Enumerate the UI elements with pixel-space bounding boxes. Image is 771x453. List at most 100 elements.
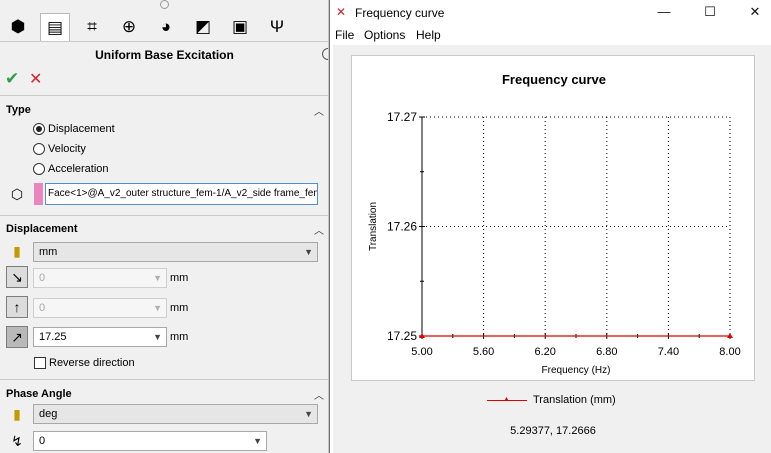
ok-button[interactable]: ✔	[5, 69, 19, 89]
cube-icon: ⬢	[10, 17, 26, 36]
property-tab[interactable]: ▤	[40, 13, 70, 41]
select-value: mm	[39, 246, 58, 258]
property-list-icon: ▤	[46, 17, 64, 37]
combo-value: 0	[39, 302, 46, 314]
ruler-icon: ▮	[13, 242, 21, 259]
phase-value-combo[interactable]: 0 ▼	[33, 431, 267, 451]
radio-button-icon[interactable]	[33, 163, 45, 175]
features-tab[interactable]: ⬢	[3, 13, 33, 41]
phase-unit-select[interactable]: deg ▼	[33, 404, 318, 424]
select-value: deg	[39, 408, 58, 420]
radio-label: Velocity	[48, 143, 86, 155]
tool-tab[interactable]: Ψ	[262, 13, 292, 41]
unit-label: mm	[170, 272, 189, 284]
section-divider	[0, 215, 328, 216]
chevron-down-icon: ▼	[304, 409, 313, 419]
chevron-down-icon: ▼	[153, 332, 162, 342]
y-direction-icon[interactable]: ↑	[6, 296, 28, 318]
property-manager: ⬢ ▤ ⌗ ⊕ ◕ ◩ ▣ Ψ Uniform Base Excitation ✔ ✕ Typ…	[0, 0, 329, 453]
window-title: Frequency curve	[355, 6, 445, 20]
x-tick-label: 6.80	[596, 346, 617, 358]
y-tick-label: 17.25	[387, 329, 417, 343]
close-button[interactable]: ✕	[739, 3, 771, 21]
radio-label: Displacement	[48, 123, 115, 135]
x-direction-icon[interactable]: ↘	[6, 266, 28, 288]
display-tab[interactable]: ◩	[188, 13, 218, 41]
z-direction-icon[interactable]: ↗	[6, 326, 28, 348]
x-tick-label: 5.60	[473, 346, 494, 358]
z-value-combo[interactable]: 17.25 ▼	[33, 327, 167, 347]
config-tab[interactable]: ⌗	[77, 13, 107, 41]
legend-marker-icon: ▲	[503, 396, 510, 403]
radio-acceleration[interactable]: Acceleration	[33, 163, 109, 175]
x-tick-label: 7.40	[658, 346, 679, 358]
chevron-down-icon: ▼	[153, 303, 162, 313]
radio-velocity[interactable]: Velocity	[33, 143, 86, 155]
displacement-section-header[interactable]: Displacement	[6, 223, 78, 235]
window-titlebar[interactable]: ✕ Frequency curve — ☐ ✕	[330, 0, 771, 25]
y-value-combo: 0 ▼	[33, 298, 167, 318]
crosshair-icon: ⊕	[121, 17, 137, 36]
chart-client-area: Frequency curve 5.00 5.60 6.20 6.80 7.40 8.00 1…	[333, 45, 771, 453]
x-tick-label: 8.00	[719, 346, 740, 358]
minimize-button[interactable]: —	[648, 3, 680, 21]
radio-button-icon[interactable]	[33, 123, 45, 135]
menu-options[interactable]: Options	[364, 28, 405, 42]
y-tick-label: 17.27	[387, 110, 417, 124]
x-axis-label: Frequency (Hz)	[542, 365, 611, 376]
section-divider	[0, 379, 328, 380]
x-value-combo: 0 ▼	[33, 268, 167, 288]
chart-title: Frequency curve	[502, 72, 606, 87]
type-collapse-icon[interactable]: ︿	[314, 103, 324, 118]
maximize-button[interactable]: ☐	[694, 3, 726, 21]
reverse-direction-label: Reverse direction	[49, 357, 135, 369]
dimxpert-tab[interactable]: ⊕	[114, 13, 144, 41]
menu-bar: File Options Help	[330, 26, 771, 44]
cursor-readout: 5.29377, 17.2666	[510, 425, 596, 437]
face-color-swatch	[34, 183, 43, 205]
combo-value: 17.25	[39, 331, 67, 343]
ruler-icon: ▮	[13, 405, 21, 422]
face-selection-field[interactable]: Face<1>@A_v2_outer structure_fem-1/A_v2_…	[45, 183, 318, 205]
combo-value: 0	[39, 435, 46, 447]
app-icon: ✕	[336, 5, 347, 19]
configuration-icon: ⌗	[87, 17, 97, 36]
cam-icon: ▣	[231, 17, 249, 36]
chart-panel: Frequency curve 5.00 5.60 6.20 6.80 7.40 8.00 1…	[351, 55, 755, 381]
radio-button-icon[interactable]	[33, 143, 45, 155]
displacement-collapse-icon[interactable]: ︿	[314, 222, 324, 237]
x-tick-label: 6.20	[534, 346, 555, 358]
panel-drag-handle[interactable]	[160, 0, 169, 9]
radio-displacement[interactable]: Displacement	[33, 123, 115, 135]
type-section-header[interactable]: Type	[6, 104, 31, 116]
legend-label: Translation (mm)	[533, 394, 616, 406]
appearance-tab[interactable]: ◕	[151, 13, 181, 41]
y-axis-label: Translation	[368, 202, 379, 251]
color-wheel-icon: ◕	[160, 17, 172, 36]
drill-icon: Ψ	[269, 17, 285, 36]
displacement-unit-select[interactable]: mm ▼	[33, 242, 318, 262]
frequency-chart: Frequency curve 5.00 5.60 6.20 6.80 7.40 8.00 1…	[368, 72, 741, 376]
cam-tab[interactable]: ▣	[225, 13, 255, 41]
frequency-curve-window: ✕ Frequency curve — ☐ ✕ File Options Hel…	[329, 0, 771, 453]
radio-label: Acceleration	[48, 163, 109, 175]
reverse-direction-checkbox[interactable]	[34, 357, 46, 369]
unit-label: mm	[170, 302, 189, 314]
page-title: Uniform Base Excitation	[95, 48, 234, 62]
x-tick-label: 5.00	[411, 346, 432, 358]
unit-label: mm	[170, 331, 189, 343]
menu-file[interactable]: File	[335, 28, 354, 42]
section-divider	[0, 95, 328, 96]
help-ring-icon[interactable]	[322, 48, 328, 60]
phase-angle-section-header[interactable]: Phase Angle	[6, 388, 72, 400]
cancel-button[interactable]: ✕	[29, 69, 42, 89]
menu-help[interactable]: Help	[416, 28, 441, 42]
display-manager-icon: ◩	[194, 17, 212, 36]
phase-angle-collapse-icon[interactable]: ︿	[314, 387, 324, 402]
combo-value: 0	[39, 272, 46, 284]
chevron-down-icon: ▼	[153, 273, 162, 283]
chevron-down-icon: ▼	[304, 247, 313, 257]
phase-angle-icon: ↯	[11, 432, 23, 449]
manager-tab-bar: ⬢ ▤ ⌗ ⊕ ◕ ◩ ▣ Ψ	[0, 10, 328, 42]
face-selection-icon: ⬡	[10, 185, 24, 202]
